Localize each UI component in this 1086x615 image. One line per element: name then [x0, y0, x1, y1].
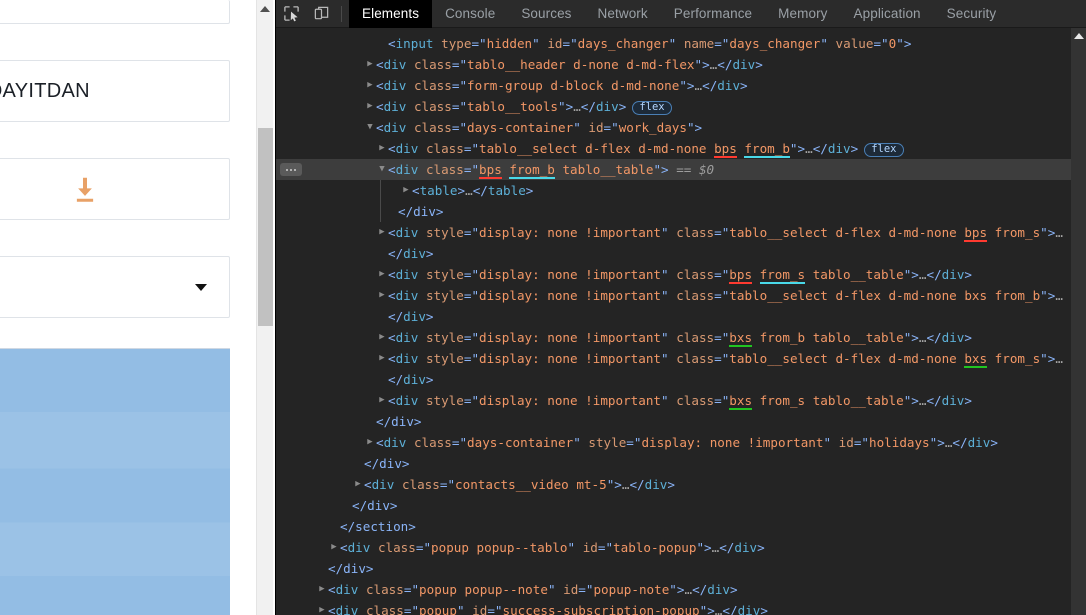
dom-node-tablo-select-bps-from-s[interactable]: <div style="display: none !important" cl… [276, 222, 1086, 264]
tab-network[interactable]: Network [585, 0, 661, 28]
page-spacer [0, 24, 230, 60]
toolbar-divider [341, 6, 342, 22]
highlight-underline-red: bps [479, 162, 502, 179]
dom-node-days-container-work[interactable]: <div class="days-container" id="work_day… [276, 117, 1086, 138]
dom-close-div-5: </div> [276, 558, 1086, 579]
highlight-underline-green: bxs [729, 330, 752, 347]
device-toolbar-button[interactable] [306, 0, 336, 27]
devtools-tab-bar: Elements Console Sources Network Perform… [349, 0, 1009, 28]
dom-node-form-group[interactable]: <div class="form-group d-block d-md-none… [276, 75, 1086, 96]
tab-security[interactable]: Security [934, 0, 1010, 28]
expand-triangle-icon[interactable] [316, 579, 328, 600]
dom-node-input-days-changer[interactable]: <input type="hidden" id="days_changer" n… [276, 33, 1086, 54]
dom-node-tablo-select-bxs-from-b[interactable]: <div style="display: none !important" cl… [276, 285, 1086, 327]
expand-triangle-icon[interactable] [376, 348, 388, 369]
dom-node-bxs-from-s-table[interactable]: <div style="display: none !important" cl… [276, 390, 1086, 411]
inspect-element-icon [283, 5, 300, 22]
expand-triangle-icon[interactable] [328, 537, 340, 558]
download-icon [70, 174, 100, 204]
origin-station-field[interactable]: UMQAYITDAN [0, 60, 230, 122]
devtools-toolbar: Elements Console Sources Network Perform… [276, 0, 1086, 28]
dom-node-tablo-select-bxs-from-s[interactable]: <div style="display: none !important" cl… [276, 348, 1086, 390]
page-select-dropdown[interactable] [0, 256, 230, 318]
tab-application[interactable]: Application [841, 0, 934, 28]
origin-station-text: UMQAYITDAN [0, 80, 90, 103]
tab-memory[interactable]: Memory [765, 0, 840, 28]
highlight-underline-red: bps [714, 141, 737, 158]
flex-badge[interactable]: flex [864, 143, 903, 157]
rendered-page-pane: UMQAYITDAN [0, 0, 275, 615]
dom-node-popup-note[interactable]: <div class="popup popup--note" id="popup… [276, 579, 1086, 600]
page-top-box [0, 0, 230, 24]
devtools-panel: Elements Console Sources Network Perform… [275, 0, 1086, 615]
dom-node-contacts-video[interactable]: <div class="contacts__video mt-5">…</div… [276, 474, 1086, 495]
devtools-scrollbar-track[interactable] [1071, 43, 1086, 615]
expand-triangle-icon[interactable] [364, 96, 376, 117]
dom-node-tablo-tools[interactable]: <div class="tablo__tools">…</div>flex [276, 96, 1086, 117]
highlight-underline-green: bxs [964, 351, 987, 368]
dom-node-bxs-from-b-table[interactable]: <div style="display: none !important" cl… [276, 327, 1086, 348]
chevron-down-icon [195, 284, 207, 291]
scroll-up-arrow-icon [1074, 33, 1084, 39]
expand-triangle-icon[interactable] [364, 54, 376, 75]
devtools-scroll-up-button[interactable] [1071, 28, 1086, 43]
device-toolbar-icon [313, 5, 330, 22]
screen-root: UMQAYITDAN [0, 0, 1086, 615]
expand-triangle-icon[interactable] [376, 138, 388, 159]
highlight-underline-green: bxs [729, 393, 752, 410]
expand-triangle-icon[interactable] [376, 222, 388, 243]
dom-close-div-2: </div> [276, 411, 1086, 432]
devtools-scrollbar[interactable] [1071, 28, 1086, 615]
elements-panel-body: <input type="hidden" id="days_changer" n… [276, 28, 1086, 615]
dom-close-section: </section> [276, 516, 1086, 537]
highlight-underline-red: bps [964, 225, 987, 242]
expand-triangle-icon[interactable] [400, 180, 412, 201]
dom-node-success-subscription-popup[interactable]: <div class="popup" id="success-subscript… [276, 600, 1086, 615]
dom-node-table[interactable]: <table>…</table> [276, 180, 1086, 201]
page-scrollbar[interactable] [256, 0, 273, 615]
highlight-underline-red: bps [729, 267, 752, 284]
highlight-underline-cyan: from_s [760, 267, 806, 284]
page-spacer-2 [0, 122, 230, 158]
dom-node-tablo-header[interactable]: <div class="tablo__header d-none d-md-fl… [276, 54, 1086, 75]
dom-node-tablo-select-bps-from-b[interactable]: <div class="tablo__select d-flex d-md-no… [276, 138, 1086, 159]
dom-tree: <input type="hidden" id="days_changer" n… [276, 28, 1086, 615]
download-button[interactable] [0, 158, 230, 220]
tab-console[interactable]: Console [432, 0, 508, 28]
flex-badge[interactable]: flex [632, 101, 671, 115]
tab-elements[interactable]: Elements [349, 0, 432, 28]
expand-triangle-icon[interactable] [364, 75, 376, 96]
selected-node-marker: == $0 [676, 162, 714, 177]
inspect-element-button[interactable] [276, 0, 306, 27]
collapse-triangle-icon[interactable] [376, 159, 388, 180]
inspected-element-highlight [0, 348, 230, 615]
tab-performance[interactable]: Performance [661, 0, 765, 28]
expand-triangle-icon[interactable] [376, 285, 388, 306]
tab-sources[interactable]: Sources [508, 0, 584, 28]
highlight-underline-cyan: from_b [744, 141, 790, 158]
page-scrollbar-thumb[interactable] [258, 128, 273, 326]
dom-node-bps-from-s-table[interactable]: <div style="display: none !important" cl… [276, 264, 1086, 285]
dom-tag-name: input [396, 36, 434, 51]
page-content: UMQAYITDAN [0, 0, 230, 615]
dom-node-selected-bps-from-b-table[interactable]: <div class="bps from_b tablo__table"> ==… [276, 159, 1086, 180]
collapse-triangle-icon[interactable] [364, 117, 376, 138]
expand-triangle-icon[interactable] [352, 474, 364, 495]
dom-close-div-4: </div> [276, 495, 1086, 516]
dom-close-div-1: </div> [276, 201, 1086, 222]
expand-triangle-icon[interactable] [316, 600, 328, 615]
scroll-up-arrow-icon [260, 6, 270, 12]
expand-triangle-icon[interactable] [364, 432, 376, 453]
dom-close-div-3: </div> [276, 453, 1086, 474]
page-scroll-up-button[interactable] [257, 0, 273, 17]
expand-triangle-icon[interactable] [376, 327, 388, 348]
expand-triangle-icon[interactable] [376, 390, 388, 411]
page-spacer-3 [0, 220, 230, 256]
more-options-icon[interactable] [280, 163, 302, 176]
expand-triangle-icon[interactable] [376, 264, 388, 285]
highlight-underline-cyan: from_b [509, 162, 555, 179]
dom-node-days-container-holidays[interactable]: <div class="days-container" style="displ… [276, 432, 1086, 453]
dom-node-tablo-popup[interactable]: <div class="popup popup--tablo" id="tabl… [276, 537, 1086, 558]
